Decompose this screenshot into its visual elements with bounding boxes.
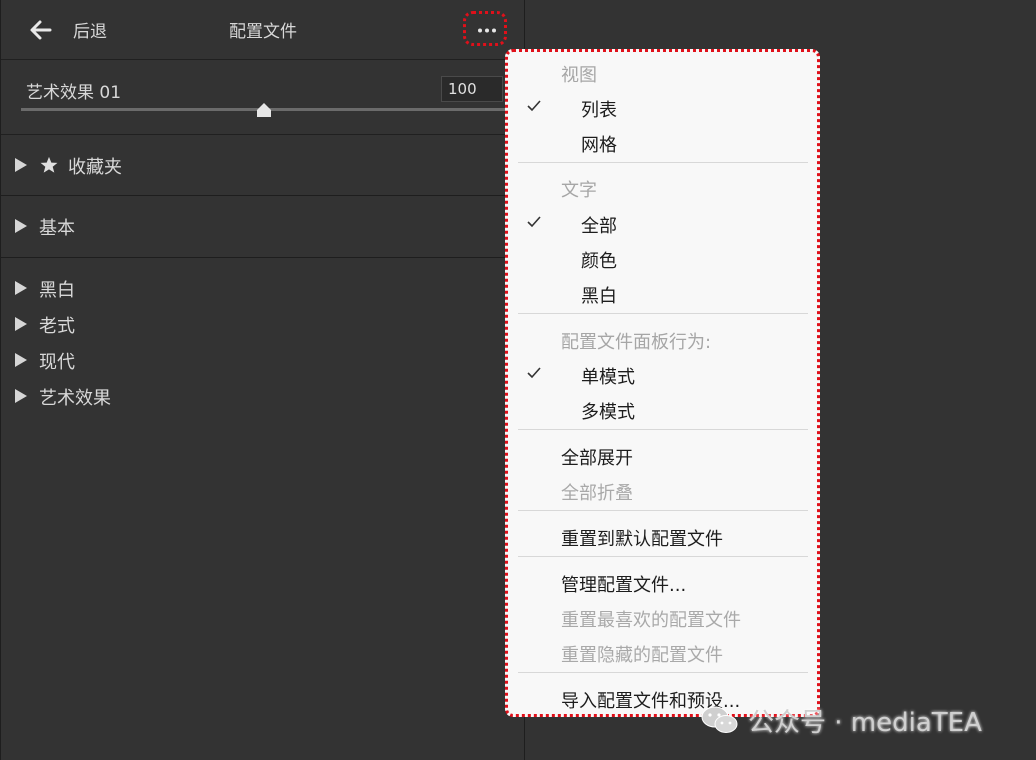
menu-item-collapse-all: 全部折叠 <box>561 483 633 504</box>
more-horizontal-icon <box>478 28 496 33</box>
menu-item-view-list[interactable]: 列表 <box>508 92 817 122</box>
checkmark-icon <box>527 100 541 112</box>
menu-item-multi-mode[interactable]: 多模式 <box>508 394 817 424</box>
back-button[interactable]: 后退 <box>73 17 107 42</box>
menu-separator <box>518 556 808 557</box>
expand-triangle-icon <box>15 317 27 331</box>
menu-header-behavior: 配置文件面板行为: <box>561 332 712 353</box>
group-label-vintage: 老式 <box>39 316 75 337</box>
menu-item-reset-favorites: 重置最喜欢的配置文件 <box>561 610 741 631</box>
menu-separator <box>518 313 808 314</box>
menu-item-text-all[interactable]: 全部 <box>508 208 817 238</box>
expand-triangle-icon <box>15 281 27 295</box>
divider <box>1 195 524 196</box>
watermark-text: 公众号 · mediaTEA <box>748 708 982 738</box>
group-favorites[interactable]: 收藏夹 <box>1 149 524 179</box>
divider <box>1 257 524 258</box>
menu-separator <box>518 429 808 430</box>
menu-item-text-color[interactable]: 颜色 <box>508 243 817 273</box>
menu-item-single-mode[interactable]: 单模式 <box>508 359 817 389</box>
menu-separator <box>518 162 808 163</box>
profile-panel: 后退 配置文件 艺术效果 01 100 收藏夹 基本 黑白 老式 现代 艺术效果 <box>0 0 525 760</box>
options-menu: 视图 列表 网格 文字 全部 颜色 黑白 配置文件面板行为: 单模式 多模式 全… <box>505 49 820 717</box>
amount-label: 艺术效果 01 <box>26 83 122 103</box>
menu-item-text-bw[interactable]: 黑白 <box>508 278 817 308</box>
menu-item-expand-all[interactable]: 全部展开 <box>508 440 817 470</box>
group-bw[interactable]: 黑白 <box>1 272 524 302</box>
amount-slider-thumb[interactable] <box>256 102 272 118</box>
group-label-favorites: 收藏夹 <box>68 157 122 178</box>
menu-separator <box>518 510 808 511</box>
group-label-artistic: 艺术效果 <box>39 388 111 409</box>
back-arrow-icon[interactable] <box>28 14 54 46</box>
menu-item-reset-hidden: 重置隐藏的配置文件 <box>561 645 723 666</box>
star-icon <box>40 156 58 173</box>
more-options-button[interactable] <box>463 11 507 46</box>
menu-item-view-grid[interactable]: 网格 <box>508 127 817 157</box>
menu-item-reset-default[interactable]: 重置到默认配置文件 <box>508 521 817 551</box>
group-label-bw: 黑白 <box>39 280 75 301</box>
menu-item-manage-profiles[interactable]: 管理配置文件... <box>508 567 817 597</box>
panel-title: 配置文件 <box>229 22 297 42</box>
watermark: 公众号 · mediaTEA <box>700 700 1030 740</box>
menu-header-view: 视图 <box>561 65 597 86</box>
amount-control: 艺术效果 01 100 <box>1 60 524 135</box>
group-modern[interactable]: 现代 <box>1 344 524 374</box>
panel-header: 后退 配置文件 <box>1 0 524 60</box>
checkmark-icon <box>527 367 541 379</box>
group-vintage[interactable]: 老式 <box>1 308 524 338</box>
group-label-basic: 基本 <box>39 218 75 239</box>
group-label-modern: 现代 <box>39 352 75 373</box>
checkmark-icon <box>527 216 541 228</box>
expand-triangle-icon <box>15 389 27 403</box>
menu-header-text: 文字 <box>561 180 597 201</box>
group-artistic[interactable]: 艺术效果 <box>1 380 524 410</box>
group-basic[interactable]: 基本 <box>1 210 524 240</box>
menu-separator <box>518 672 808 673</box>
expand-triangle-icon <box>15 158 27 172</box>
expand-triangle-icon <box>15 353 27 367</box>
amount-value-field[interactable]: 100 <box>441 76 503 102</box>
expand-triangle-icon <box>15 219 27 233</box>
wechat-icon <box>701 706 738 733</box>
